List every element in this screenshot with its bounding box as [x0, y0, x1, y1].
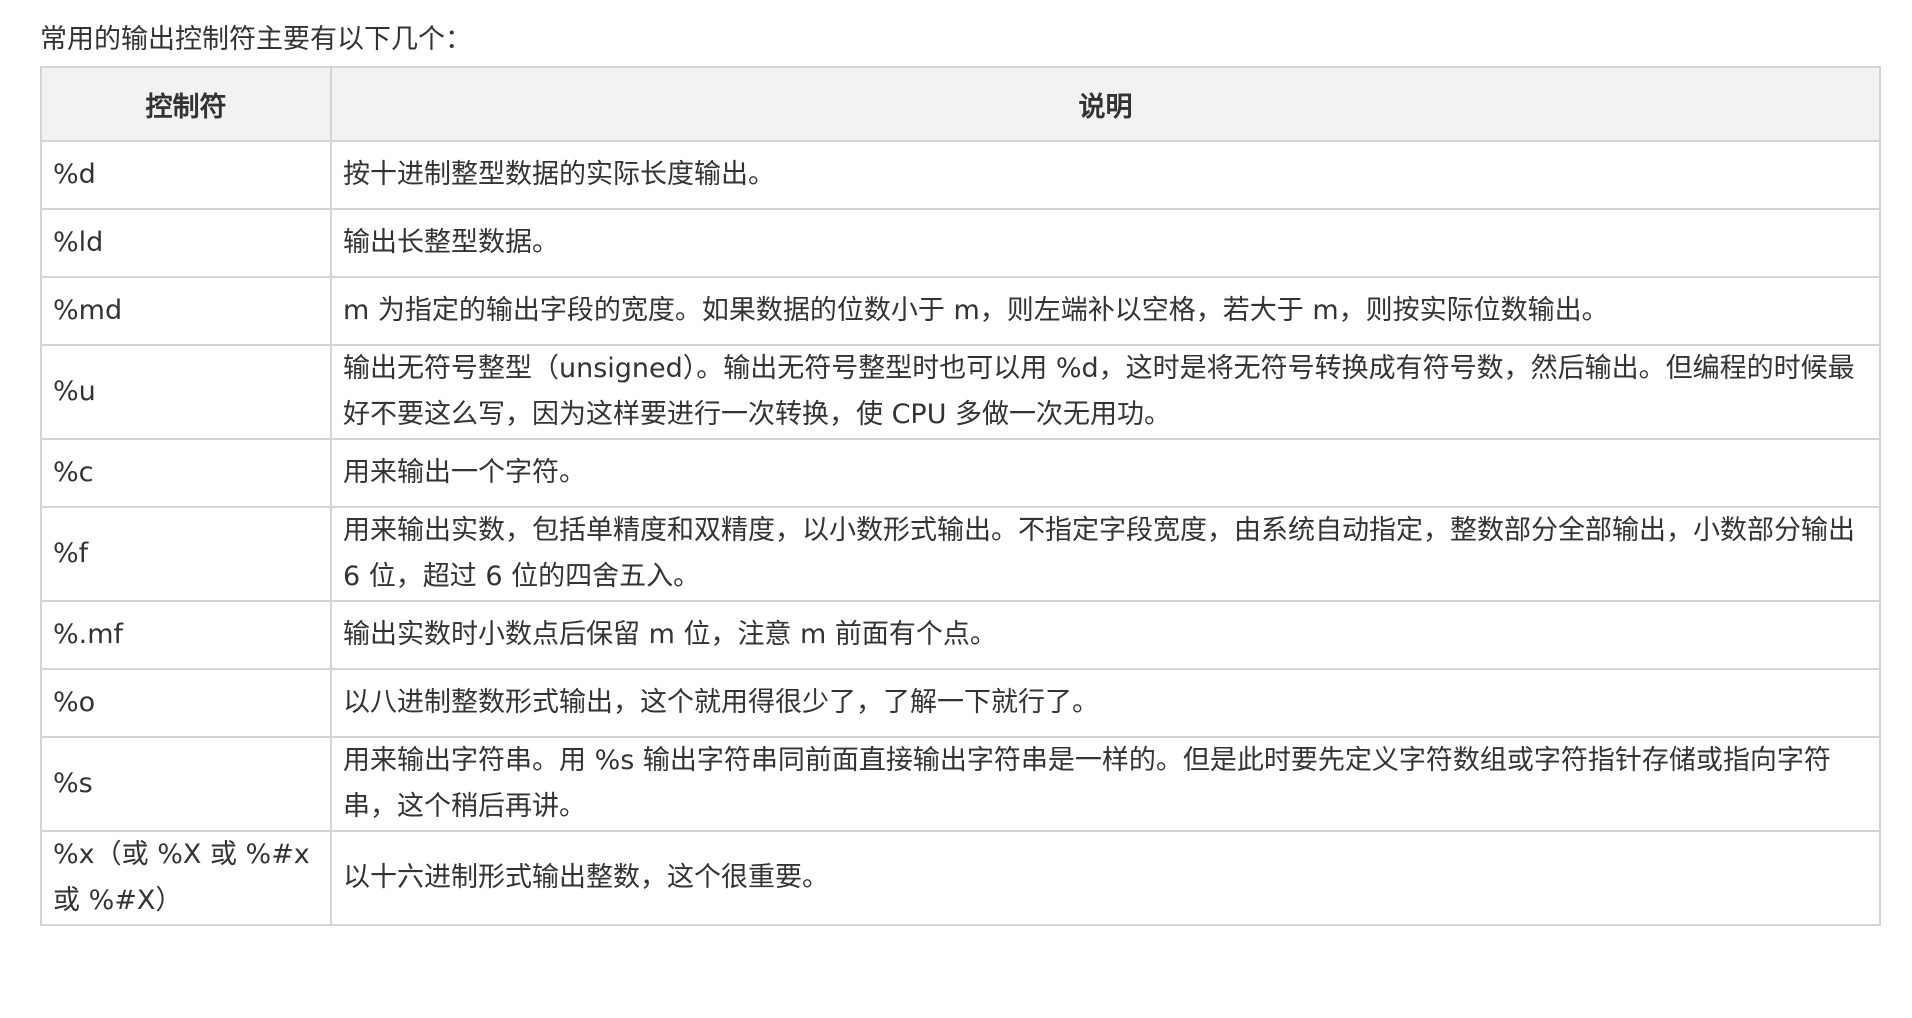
table-row: %c 用来输出一个字符。: [40, 438, 1881, 508]
description-cell: 输出无符号整型（unsigned）。输出无符号整型时也可以用 %d，这时是将无符…: [330, 344, 1881, 440]
format-specifier-table: 控制符 说明 %d 按十进制整型数据的实际长度输出。 %ld 输出长整型数据。 …: [40, 66, 1881, 926]
specifier-cell: %x（或 %X 或 %#x 或 %#X）: [40, 830, 332, 926]
table-row: %md m 为指定的输出字段的宽度。如果数据的位数小于 m，则左端补以空格，若大…: [40, 276, 1881, 346]
specifier-cell: %c: [40, 438, 332, 508]
specifier-cell: %.mf: [40, 600, 332, 670]
table-row: %s 用来输出字符串。用 %s 输出字符串同前面直接输出字符串是一样的。但是此时…: [40, 736, 1881, 832]
description-cell: m 为指定的输出字段的宽度。如果数据的位数小于 m，则左端补以空格，若大于 m，…: [330, 276, 1881, 346]
description-cell: 用来输出实数，包括单精度和双精度，以小数形式输出。不指定字段宽度，由系统自动指定…: [330, 506, 1881, 602]
table-row: %f 用来输出实数，包括单精度和双精度，以小数形式输出。不指定字段宽度，由系统自…: [40, 506, 1881, 602]
specifier-cell: %u: [40, 344, 332, 440]
table-row: %ld 输出长整型数据。: [40, 208, 1881, 278]
table-row: %d 按十进制整型数据的实际长度输出。: [40, 140, 1881, 210]
table-row: %o 以八进制整数形式输出，这个就用得很少了，了解一下就行了。: [40, 668, 1881, 738]
specifier-cell: %md: [40, 276, 332, 346]
description-cell: 输出长整型数据。: [330, 208, 1881, 278]
table-row: %.mf 输出实数时小数点后保留 m 位，注意 m 前面有个点。: [40, 600, 1881, 670]
description-cell: 以八进制整数形式输出，这个就用得很少了，了解一下就行了。: [330, 668, 1881, 738]
description-cell: 用来输出一个字符。: [330, 438, 1881, 508]
description-cell: 按十进制整型数据的实际长度输出。: [330, 140, 1881, 210]
intro-text: 常用的输出控制符主要有以下几个：: [40, 24, 472, 55]
table-header-row: 控制符 说明: [40, 66, 1881, 142]
specifier-cell: %d: [40, 140, 332, 210]
specifier-cell: %f: [40, 506, 332, 602]
table-row: %x（或 %X 或 %#x 或 %#X） 以十六进制形式输出整数，这个很重要。: [40, 830, 1881, 926]
description-cell: 以十六进制形式输出整数，这个很重要。: [330, 830, 1881, 926]
header-description: 说明: [330, 66, 1881, 142]
table-row: %u 输出无符号整型（unsigned）。输出无符号整型时也可以用 %d，这时是…: [40, 344, 1881, 440]
specifier-cell: %s: [40, 736, 332, 832]
description-cell: 输出实数时小数点后保留 m 位，注意 m 前面有个点。: [330, 600, 1881, 670]
description-cell: 用来输出字符串。用 %s 输出字符串同前面直接输出字符串是一样的。但是此时要先定…: [330, 736, 1881, 832]
specifier-cell: %o: [40, 668, 332, 738]
header-specifier: 控制符: [40, 66, 332, 142]
specifier-cell: %ld: [40, 208, 332, 278]
